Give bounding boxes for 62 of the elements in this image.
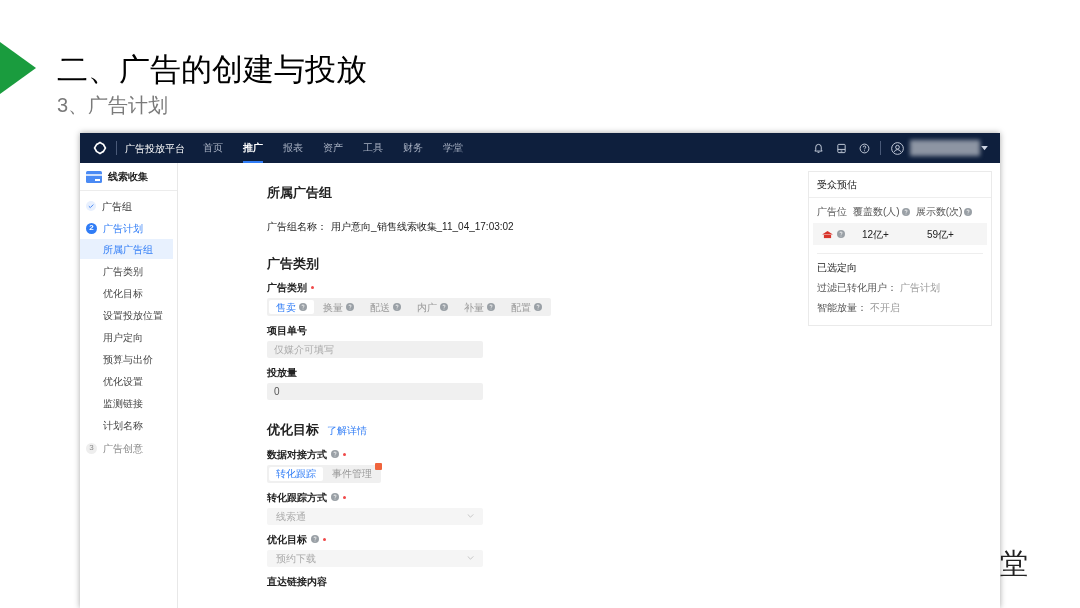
triangle-bullet [0,42,36,94]
sidebar-item[interactable]: 广告类别 [80,261,173,281]
sidebar-item[interactable]: 设置投放位置 [80,305,173,325]
step-label[interactable]: 广告计划 [103,220,143,236]
field-value: 用户意向_销售线索收集_11_04_17:03:02 [331,219,514,234]
document-icon[interactable] [836,142,847,154]
column-header: 广告位 [817,205,847,219]
avatar-icon[interactable] [891,141,904,155]
field-label: 广告类别 [267,281,307,295]
sidebar-item[interactable]: 优化目标 [80,283,173,303]
platform-name: 广告投放平台 [125,141,185,156]
section-heading: 优化目标 [267,421,319,439]
field-label: 转化跟踪方式 [267,490,327,505]
details-link[interactable]: 了解详情 [327,423,367,438]
targeting-label: 过滤已转化用户： [817,281,897,295]
field-label: 直达链接内容 [267,574,327,589]
field-label: 项目单号 [267,324,307,338]
platform-logo-icon[interactable] [92,140,108,156]
partial-logo-text: 堂 [1000,547,1028,581]
nav-tab[interactable]: 学堂 [443,133,463,163]
segment-option[interactable]: 转化跟踪 [269,466,323,481]
sidebar-item[interactable]: 计划名称 [80,415,173,435]
sidebar-item[interactable]: 预算与出价 [80,349,173,369]
nav-tab[interactable]: 首页 [203,133,223,163]
card-icon [86,170,102,183]
sidebar-title: 线索收集 [108,170,148,184]
column-header: 展示数(次) [915,205,963,219]
slide-title: 二、广告的创建与投放 [57,51,367,89]
targeting-value: 不开启 [870,301,900,315]
step-number: 3 [86,442,97,454]
caret-icon[interactable] [981,145,988,151]
impressions-value: 59亿+ [927,227,954,242]
sidebar-item[interactable]: 用户定向 [80,327,173,347]
roof-logo-icon [821,229,834,239]
step-label[interactable]: 广告组 [102,198,132,214]
field-label: 数据对接方式 [267,447,327,462]
section-heading: 所属广告组 [267,184,332,202]
slide-subtitle: 3、广告计划 [57,93,169,118]
section-heading: 广告类别 [267,254,319,273]
targeting-title: 已选定向 [816,261,858,275]
nav-tab[interactable]: 资产 [323,133,343,163]
targeting-value: 广告计划 [900,281,940,295]
sidebar-item[interactable]: 监测链接 [80,393,173,413]
card-title: 受众预估 [817,178,857,192]
help-icon[interactable] [859,142,870,154]
sidebar-item[interactable]: 所属广告组 [80,239,173,259]
step-label[interactable]: 广告创意 [103,440,143,456]
field-label: 广告组名称： [267,219,327,234]
field-label: 优化目标 [267,532,307,547]
step-number: 2 [86,222,97,234]
nav-tab[interactable]: 工具 [363,133,383,163]
sidebar-item[interactable]: 优化设置 [80,371,173,391]
blurred-username [910,140,980,156]
field-label: 投放量 [267,366,297,380]
targeting-label: 智能放量： [817,301,867,315]
column-header: 覆盖数(人) [853,205,900,219]
nav-tab[interactable]: 推广 [243,133,263,163]
nav-tab[interactable]: 财务 [403,133,423,163]
coverage-value: 12亿+ [862,227,890,242]
notification-bell-icon[interactable] [813,142,824,154]
nav-tab[interactable]: 报表 [283,133,303,163]
segment-option[interactable]: 售卖 [269,300,314,314]
